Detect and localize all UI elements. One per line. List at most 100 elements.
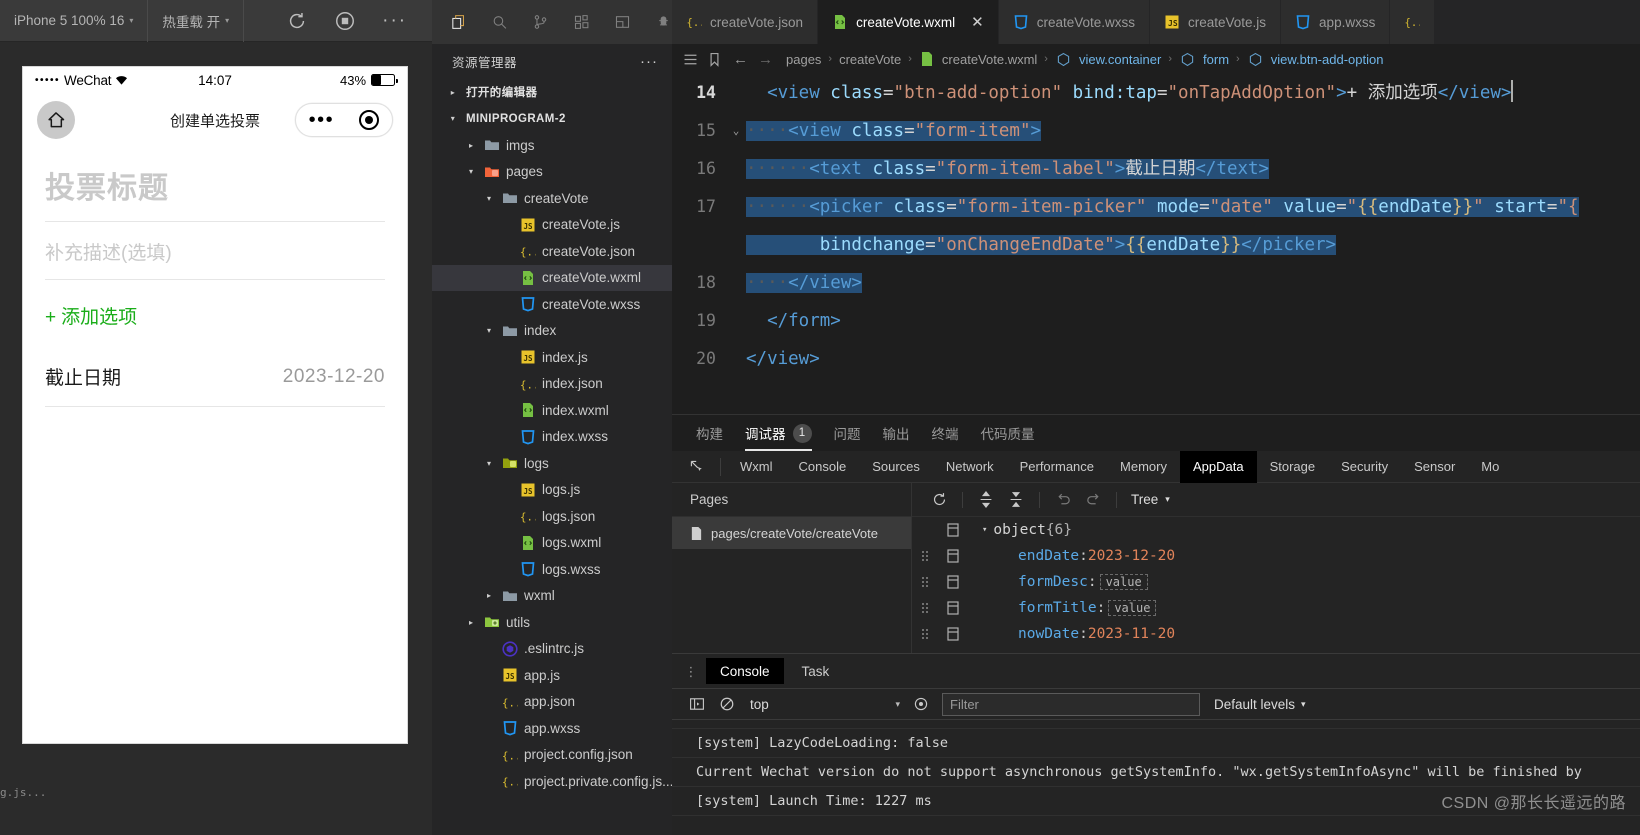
devtools-tab[interactable]: Console (786, 451, 860, 483)
refresh-icon[interactable] (286, 10, 308, 32)
stop-record-icon[interactable] (334, 10, 356, 32)
explorer-file[interactable]: createVote.wxss (432, 291, 672, 318)
explorer-file[interactable]: app.wxss (432, 715, 672, 742)
appdata-row[interactable]: formDesc : value (912, 569, 1640, 595)
log-levels-selector[interactable]: Default levels ▾ (1214, 697, 1306, 712)
editor-tab-active[interactable]: createVote.wxml ✕ (818, 0, 999, 44)
explorer-folder[interactable]: ▾ index (432, 318, 672, 345)
refresh-icon[interactable] (924, 488, 954, 512)
more-icon[interactable]: ··· (640, 54, 658, 69)
chevron-down-icon[interactable]: ▾ (482, 326, 496, 335)
explorer-file[interactable]: JS logs.js (432, 477, 672, 504)
breadcrumb-item[interactable]: createVote.wxml (942, 52, 1037, 67)
fold-indicator[interactable]: ⌄ (726, 112, 746, 150)
panel-tab[interactable]: 构建 (696, 415, 723, 451)
device-selector[interactable]: iPhone 5 100% 16 ▾ (0, 0, 149, 42)
appdata-value[interactable]: value (1108, 600, 1157, 616)
chevron-right-icon[interactable]: ▸ (464, 618, 478, 627)
appdata-value[interactable]: {6} (1046, 522, 1072, 538)
code-editor[interactable]: 14 <view class="btn-add-option" bind:tap… (672, 74, 1640, 414)
show-sidebar-icon[interactable] (682, 692, 712, 716)
editor-tab[interactable]: app.wxss (1281, 0, 1391, 44)
explorer-file[interactable]: logs.wxss (432, 556, 672, 583)
copy-value-icon[interactable] (938, 549, 968, 563)
source-control-icon[interactable] (532, 11, 549, 33)
nav-forward-button[interactable]: → (758, 51, 773, 68)
explorer-file[interactable]: {..} logs.json (432, 503, 672, 530)
chevron-right-icon[interactable]: ▸ (446, 88, 460, 97)
editor-tab-overflow[interactable]: {.. (1390, 0, 1436, 44)
explorer-file[interactable]: {..} app.json (432, 689, 672, 716)
more-icon[interactable]: ··· (382, 11, 407, 30)
chevron-down-icon[interactable]: ▾ (482, 194, 496, 203)
panel-tab[interactable]: 问题 (834, 415, 861, 451)
panel-tab[interactable]: 调试器 1 (745, 415, 812, 451)
chevron-down-icon[interactable]: ▾ (446, 114, 460, 123)
devtools-tab[interactable]: Mo (1468, 451, 1512, 483)
capsule-menu-icon[interactable]: ••• (309, 110, 335, 130)
copy-value-icon[interactable] (938, 601, 968, 615)
drag-grip-icon[interactable] (912, 575, 938, 589)
explorer-folder[interactable]: ▾ createVote (432, 185, 672, 212)
devtools-tab[interactable]: Sensor (1401, 451, 1468, 483)
fold-indicator[interactable] (726, 264, 746, 302)
debug-icon[interactable] (655, 11, 672, 33)
panel-tab[interactable]: 终端 (932, 415, 959, 451)
explorer-folder[interactable]: ▾ logs (432, 450, 672, 477)
breadcrumb-item[interactable]: pages (786, 52, 821, 67)
layout-icon[interactable] (614, 11, 631, 33)
appdata-row[interactable]: nowDate : 2023-11-20 (912, 621, 1640, 647)
fold-indicator[interactable] (726, 340, 746, 378)
explorer-folder[interactable]: ▾ pages (432, 159, 672, 186)
breadcrumb-item[interactable]: view.container (1079, 52, 1161, 67)
breadcrumb-item[interactable]: form (1203, 52, 1229, 67)
drag-grip-icon[interactable] (912, 549, 938, 563)
explorer-file[interactable]: JS createVote.js (432, 212, 672, 239)
live-expression-icon[interactable] (906, 692, 936, 716)
end-date-value[interactable]: 2023-12-20 (283, 366, 385, 388)
tab-console[interactable]: Console (706, 658, 784, 684)
fold-indicator[interactable] (726, 188, 746, 226)
editor-tab[interactable]: createVote.wxss (998, 0, 1150, 44)
devtools-tab[interactable]: Security (1328, 451, 1401, 483)
list-icon[interactable] (682, 51, 699, 68)
appdata-row[interactable]: formTitle : value (912, 595, 1640, 621)
devtools-tab[interactable]: Wxml (727, 451, 786, 483)
appdata-row[interactable]: ▾ object {6} (912, 517, 1640, 543)
chevron-down-icon[interactable]: ▾ (464, 167, 478, 176)
tab-task[interactable]: Task (788, 658, 844, 684)
clear-console-icon[interactable] (712, 692, 742, 716)
chevron-right-icon[interactable]: ▸ (464, 141, 478, 150)
explorer-file[interactable]: {..} createVote.json (432, 238, 672, 265)
copy-value-icon[interactable] (938, 575, 968, 589)
vote-title-field[interactable]: 投票标题 (45, 147, 385, 222)
explorer-folder[interactable]: ▸ utils (432, 609, 672, 636)
explorer-file[interactable]: JS app.js (432, 662, 672, 689)
inspect-element-icon[interactable] (680, 459, 714, 475)
files-icon[interactable] (450, 11, 467, 33)
end-date-row[interactable]: 截止日期 2023-12-20 (45, 337, 385, 407)
undo-icon[interactable] (1048, 488, 1078, 512)
explorer-section[interactable]: ▸ 打开的编辑器 (432, 79, 672, 106)
copy-value-icon[interactable] (938, 627, 968, 641)
search-icon[interactable] (491, 11, 508, 33)
close-icon[interactable]: ✕ (971, 13, 984, 31)
wechat-capsule[interactable]: ••• (295, 103, 393, 137)
explorer-file[interactable]: {..} project.private.config.js... (432, 768, 672, 795)
panel-tab[interactable]: 代码质量 (981, 415, 1035, 451)
context-selector[interactable]: top ▾ (746, 693, 906, 715)
copy-value-icon[interactable] (938, 523, 968, 537)
chevron-right-icon[interactable]: ▸ (482, 591, 496, 600)
collapse-all-icon[interactable] (1001, 488, 1031, 512)
fold-indicator[interactable] (726, 74, 746, 112)
chevron-down-icon[interactable]: ▾ (982, 525, 987, 535)
vote-desc-field[interactable]: 补充描述(选填) (45, 222, 385, 280)
explorer-file[interactable]: index.wxss (432, 424, 672, 451)
expand-all-icon[interactable] (971, 488, 1001, 512)
explorer-file[interactable]: logs.wxml (432, 530, 672, 557)
devtools-tab[interactable]: Memory (1107, 451, 1180, 483)
editor-tab[interactable]: {..} createVote.json (672, 0, 819, 44)
explorer-file[interactable]: JS index.js (432, 344, 672, 371)
fold-indicator[interactable] (726, 150, 746, 188)
filter-input[interactable]: Filter (942, 692, 1200, 716)
